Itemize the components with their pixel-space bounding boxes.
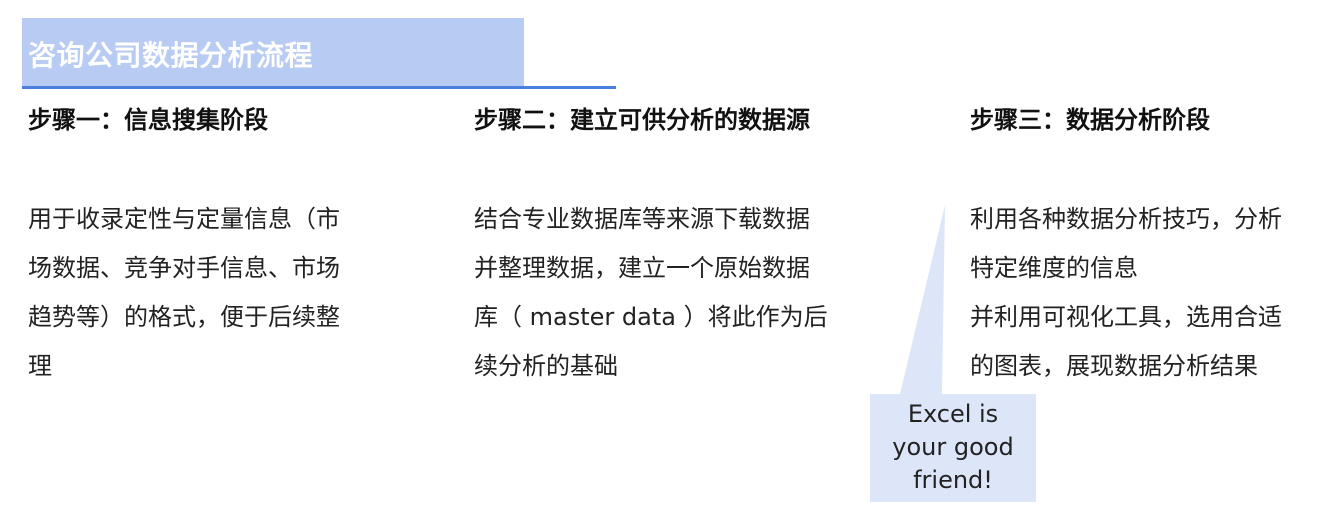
step-1-line: 用于收录定性与定量信息（市	[28, 205, 340, 233]
step-3-line: 利用各种数据分析技巧，分析	[970, 205, 1282, 233]
step-3-line: 特定维度的信息	[970, 254, 1138, 282]
step-2-line: 结合专业数据库等来源下载数据	[474, 205, 810, 233]
callout-text: Excel is your good friend!	[870, 398, 1036, 502]
title-underline	[22, 86, 616, 89]
title-banner: 咨询公司数据分析流程	[22, 18, 524, 86]
step-1-column: 步骤一：信息搜集阶段 用于收录定性与定量信息（市 场数据、竞争对手信息、市场 趋…	[28, 100, 408, 380]
step-1-heading: 步骤一：信息搜集阶段	[28, 106, 268, 134]
step-3-line: 的图表，展现数据分析结果	[970, 352, 1258, 380]
step-1-body: 用于收录定性与定量信息（市 场数据、竞争对手信息、市场 趋势等）的格式，便于后续…	[28, 195, 340, 391]
step-1-line: 场数据、竞争对手信息、市场	[28, 254, 340, 282]
callout-line: friend!	[913, 466, 993, 494]
callout-line: your good	[892, 433, 1014, 461]
step-2-heading: 步骤二：建立可供分析的数据源	[474, 106, 810, 134]
step-3-body: 利用各种数据分析技巧，分析 特定维度的信息 并利用可视化工具，选用合适 的图表，…	[970, 195, 1282, 391]
step-2-body: 结合专业数据库等来源下载数据 并整理数据，建立一个原始数据 库（ master …	[474, 195, 828, 391]
step-3-heading: 步骤三：数据分析阶段	[970, 106, 1210, 134]
step-2-line: 库（ master data ）将此作为后	[474, 303, 828, 331]
page-title: 咨询公司数据分析流程	[28, 39, 314, 72]
callout-line: Excel is	[907, 400, 999, 428]
step-3-line: 并利用可视化工具，选用合适	[970, 303, 1282, 331]
step-3-column: 步骤三：数据分析阶段 利用各种数据分析技巧，分析 特定维度的信息 并利用可视化工…	[970, 100, 1330, 380]
step-2-line: 并整理数据，建立一个原始数据	[474, 254, 810, 282]
step-1-line: 趋势等）的格式，便于后续整	[28, 303, 340, 331]
step-2-line: 续分析的基础	[474, 352, 618, 380]
step-2-column: 步骤二：建立可供分析的数据源 结合专业数据库等来源下载数据 并整理数据，建立一个…	[474, 100, 874, 380]
step-1-line: 理	[28, 352, 52, 380]
